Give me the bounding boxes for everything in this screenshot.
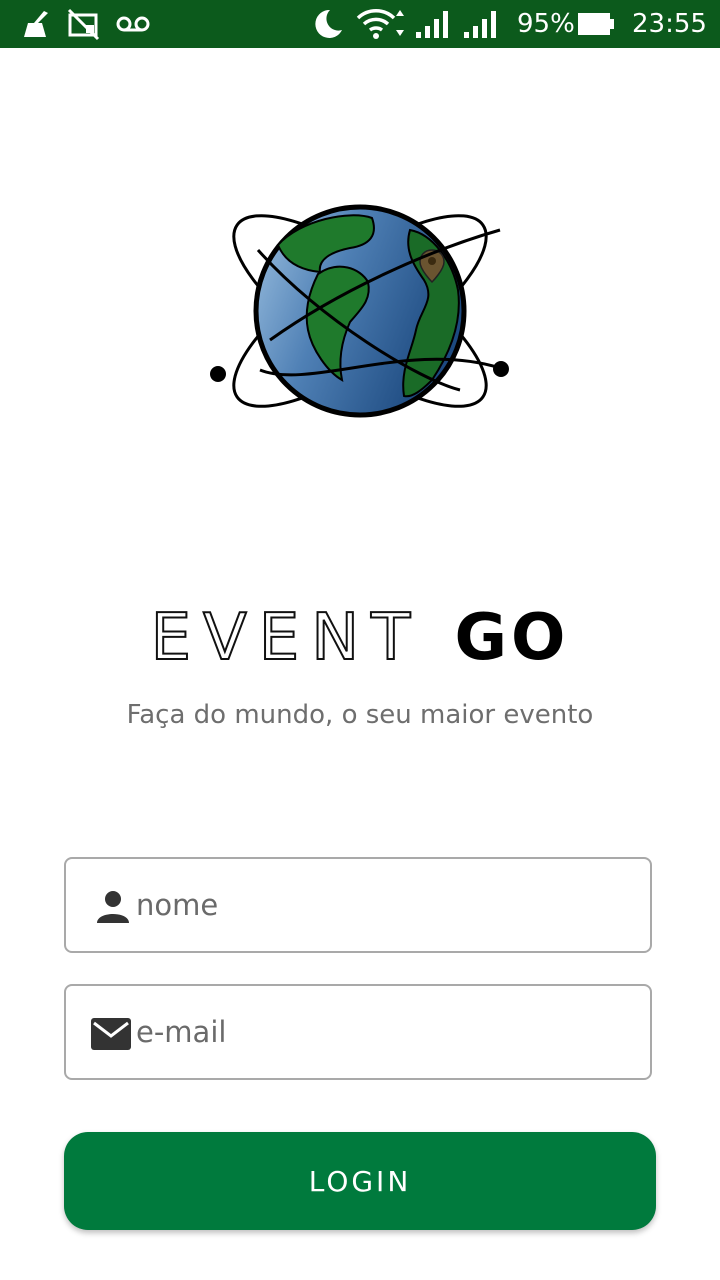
person-icon xyxy=(92,887,134,927)
name-field[interactable] xyxy=(64,857,652,953)
cleaner-icon xyxy=(20,0,54,48)
signal-icon xyxy=(462,0,500,48)
email-input[interactable] xyxy=(136,986,636,1078)
tagline: Faça do mundo, o seu maior evento xyxy=(126,700,594,730)
app-wordmark: EVENT GO xyxy=(0,598,720,678)
moon-icon xyxy=(310,0,346,48)
screen-cast-off-icon xyxy=(66,0,102,48)
status-bar: 95% 23:55 xyxy=(0,0,720,48)
signal-icon xyxy=(414,0,452,48)
battery-icon xyxy=(578,0,616,48)
battery-percentage: 95% xyxy=(517,9,575,39)
mail-icon xyxy=(90,1014,132,1054)
name-input[interactable] xyxy=(136,859,636,951)
login-button[interactable]: LOGIN xyxy=(64,1132,656,1230)
wordmark-go: GO xyxy=(454,601,570,675)
app-logo xyxy=(200,190,530,430)
email-field[interactable] xyxy=(64,984,652,1080)
wordmark-event: EVENT xyxy=(150,600,423,676)
clock: 23:55 xyxy=(632,9,707,39)
wifi-icon xyxy=(356,0,410,48)
voicemail-icon xyxy=(116,0,150,48)
